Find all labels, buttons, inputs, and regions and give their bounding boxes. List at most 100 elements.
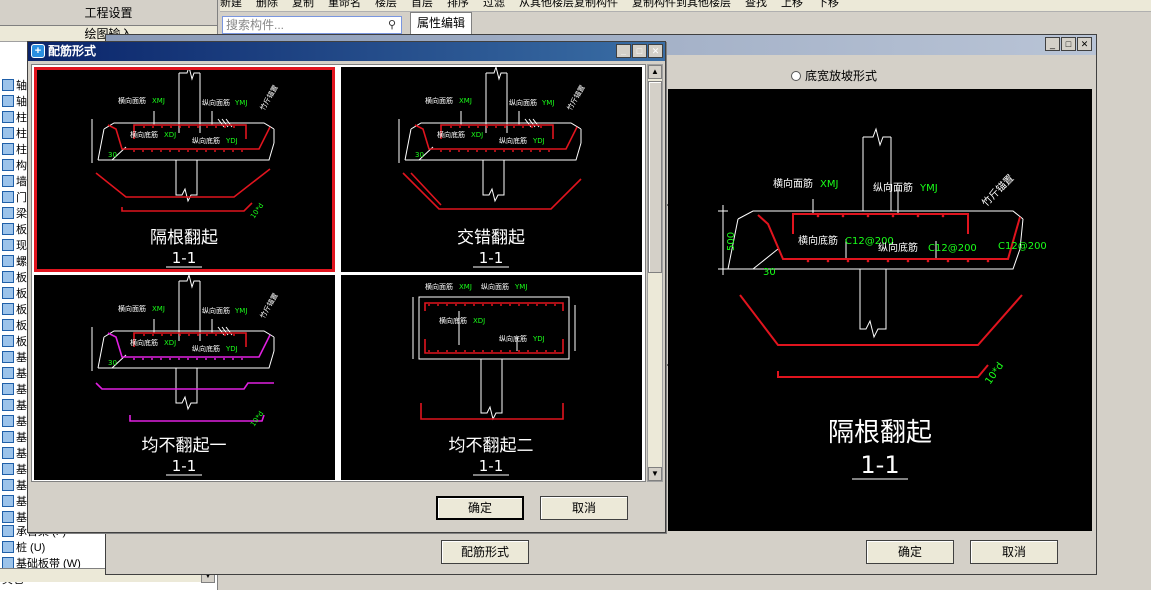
- tree-item-label: 柱: [16, 112, 27, 124]
- toolbar-item[interactable]: 下移: [817, 0, 839, 9]
- preview-code-ymj: YMJ: [919, 183, 938, 194]
- reinforcement-option-card[interactable]: 横向面筋 XMJ 纵向面筋 YMJ 横向底筋 XDJ 纵向底筋 YDJ 30 竹斤锚置 10*d 均不…: [34, 275, 335, 480]
- main-toolbar: 新建 删除 复制 重命名 楼层 首层 排序 过滤 从其他楼层复制构件 复制构件到其他楼层 查找 上移 下…: [220, 0, 1151, 12]
- toolbar-item[interactable]: 楼层: [375, 0, 397, 9]
- tree-item-label: 基: [16, 432, 27, 444]
- tree-item[interactable]: 基: [0, 414, 30, 430]
- tree-item[interactable]: 轴线: [0, 94, 30, 110]
- tree-item[interactable]: 基: [0, 494, 30, 510]
- foundation-icon: [2, 351, 14, 363]
- card-code-xmj: XMJ: [459, 283, 472, 291]
- minimize-icon[interactable]: _: [1045, 37, 1060, 51]
- reinforcement-option-card[interactable]: 横向面筋 XMJ 纵向面筋 YMJ 横向底筋 XDJ 纵向底筋 YDJ 30 竹斤锚置 交错翻起 1-…: [341, 67, 642, 272]
- tree-item[interactable]: 基: [0, 478, 30, 494]
- tree-item[interactable]: 门窗: [0, 190, 30, 206]
- tab-property-edit[interactable]: 属性编辑: [410, 12, 472, 34]
- toolbar-item[interactable]: 过滤: [483, 0, 505, 9]
- tree-item[interactable]: 轴网: [0, 78, 30, 94]
- tree-item[interactable]: 基础: [0, 350, 30, 366]
- tree-item[interactable]: 板: [0, 222, 30, 238]
- tree-item[interactable]: 基: [0, 382, 30, 398]
- toolbar-item[interactable]: 排序: [447, 0, 469, 9]
- toolbar-item[interactable]: 首层: [411, 0, 433, 9]
- preview-bar-note: 竹斤锚置: [979, 172, 1016, 209]
- card-code-ydj: YDJ: [225, 345, 238, 353]
- foundation-icon: [2, 511, 14, 523]
- toolbar-item[interactable]: 复制构件到其他楼层: [632, 0, 731, 9]
- option-drawing: 横向面筋 XMJ 纵向面筋 YMJ横向底筋 XDJ纵向底筋 YDJ30竹斤锚置10*d隔根…: [91, 67, 280, 268]
- back-cancel-button[interactable]: 取消: [970, 540, 1058, 564]
- option-section: 1-1: [479, 249, 504, 267]
- card-label-bottom-longitudinal: 纵向底筋: [192, 344, 220, 353]
- tree-item-label: 板: [16, 272, 27, 284]
- toolbar-item[interactable]: 从其他楼层复制构件: [519, 0, 618, 9]
- scroll-thumb[interactable]: [648, 81, 662, 273]
- maximize-icon[interactable]: □: [1061, 37, 1076, 51]
- ok-button[interactable]: 确定: [436, 496, 524, 520]
- card-code-ydj: YDJ: [532, 137, 545, 145]
- maximize-icon[interactable]: □: [632, 44, 647, 58]
- card-label-bottom-transverse: 横向底筋: [130, 338, 158, 347]
- minimize-icon[interactable]: _: [616, 44, 631, 58]
- tree-item[interactable]: 现: [0, 238, 30, 254]
- reinforcement-option-card[interactable]: 横向面筋 XMJ 纵向面筋 YMJ 横向底筋 XDJ 纵向底筋 YDJ 30 竹斤锚置 10*d 隔根…: [34, 67, 335, 272]
- tree-item[interactable]: 柱: [0, 110, 30, 126]
- option-drawing: 横向面筋 XMJ 纵向面筋 YMJ 横向底筋 XDJ 纵向底筋 YDJ 均不翻起二1-1: [412, 282, 576, 476]
- dialog-title: 配筋形式: [48, 44, 97, 58]
- back-ok-button[interactable]: 确定: [866, 540, 954, 564]
- toolbar-item[interactable]: 复制: [292, 0, 314, 9]
- tree-item[interactable]: 柱: [0, 142, 30, 158]
- tree-item[interactable]: 柱: [0, 126, 30, 142]
- tree-item[interactable]: 基: [0, 462, 30, 478]
- component-search-input[interactable]: 搜索构件... ⚲: [222, 16, 402, 34]
- tree-item[interactable]: 螺: [0, 254, 30, 270]
- toolbar-item[interactable]: 新建: [220, 0, 242, 9]
- tree-item[interactable]: 基: [0, 366, 30, 382]
- preview-label-top-longitudinal: 纵向面筋: [873, 181, 913, 194]
- card-label-top-longitudinal: 纵向面筋: [509, 98, 537, 107]
- column-icon: [2, 143, 14, 155]
- card-label-top-transverse: 横向面筋: [425, 282, 453, 291]
- tree-item[interactable]: 板: [0, 286, 30, 302]
- tree-item[interactable]: 构: [0, 158, 30, 174]
- tree-item[interactable]: 梁: [0, 206, 30, 222]
- cap-beam-icon: [2, 525, 14, 537]
- reinforcement-form-dialog: + 配筋形式 _ □ ✕ 横向面筋 XMJ 纵向面筋 YMJ 横向底筋 XDJ 纵向底筋 YDJ 3…: [27, 41, 666, 533]
- tree-item[interactable]: 板: [0, 302, 30, 318]
- option-section: 1-1: [172, 457, 197, 475]
- tree-item[interactable]: 墙: [0, 174, 30, 190]
- cancel-button[interactable]: 取消: [540, 496, 628, 520]
- foundation-icon: [2, 495, 14, 507]
- tree-item[interactable]: 板: [0, 270, 30, 286]
- bottom-width-slope-option[interactable]: 底宽放坡形式: [791, 67, 877, 84]
- gallery-scrollbar[interactable]: ▲ ▼: [647, 64, 663, 482]
- option-section: 1-1: [172, 249, 197, 267]
- tree-item[interactable]: 板: [0, 318, 30, 334]
- card-dim-slope: 30: [108, 151, 117, 159]
- tree-item-label: 基: [16, 496, 27, 508]
- scroll-up-arrow-icon[interactable]: ▲: [648, 65, 662, 79]
- toolbar-item[interactable]: 重命名: [328, 0, 361, 9]
- scroll-down-arrow-icon[interactable]: ▼: [648, 467, 662, 481]
- app-icon: +: [31, 44, 45, 58]
- card-code-ydj: YDJ: [225, 137, 238, 145]
- tree-item[interactable]: 基: [0, 398, 30, 414]
- card-label-bottom-transverse: 横向底筋: [130, 130, 158, 139]
- toolbar-item[interactable]: 删除: [256, 0, 278, 9]
- close-icon[interactable]: ✕: [648, 44, 663, 58]
- card-bar-note: 竹斤锚置: [565, 83, 587, 112]
- reinforcement-option-card[interactable]: 横向面筋 XMJ 纵向面筋 YMJ 横向底筋 XDJ 纵向底筋 YDJ 均不翻起二 1-1: [341, 275, 642, 480]
- close-icon[interactable]: ✕: [1077, 37, 1092, 51]
- tree-item[interactable]: 板: [0, 334, 30, 350]
- card-code-xdj: XDJ: [164, 339, 176, 347]
- toolbar-item[interactable]: 上移: [781, 0, 803, 9]
- reinforcement-form-button[interactable]: 配筋形式: [441, 540, 529, 564]
- radio-button[interactable]: [791, 71, 801, 81]
- tree-item[interactable]: 基: [0, 446, 30, 462]
- search-icon[interactable]: ⚲: [385, 18, 399, 32]
- tree-item[interactable]: 基: [0, 430, 30, 446]
- toolbar-item[interactable]: 查找: [745, 0, 767, 9]
- project-settings-header[interactable]: 工程设置: [0, 0, 217, 26]
- tree-item-label: 板: [16, 336, 27, 348]
- foundation-icon: [2, 415, 14, 427]
